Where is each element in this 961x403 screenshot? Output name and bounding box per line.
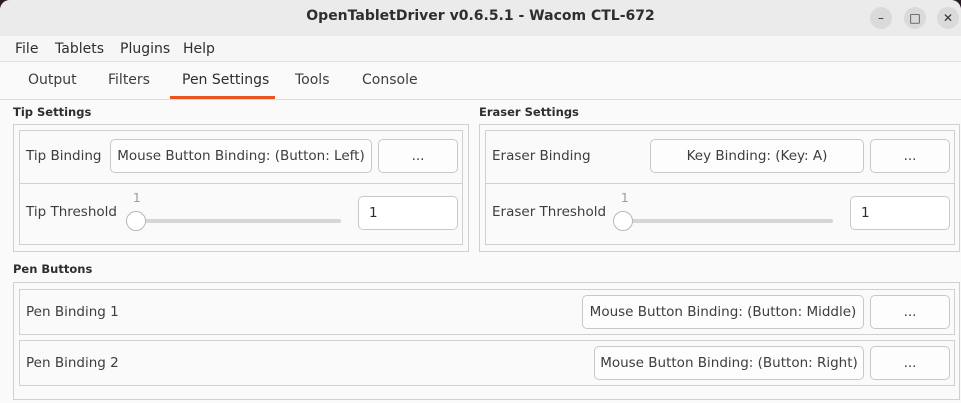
menu-file[interactable]: File [15, 41, 38, 57]
eraser-binding-more-button[interactable]: ... [870, 139, 950, 173]
eraser-threshold-slider-handle[interactable] [613, 211, 633, 231]
pen-buttons-group: Pen Binding 1 Mouse Button Binding: (But… [13, 282, 960, 400]
pen-binding-1-button[interactable]: Mouse Button Binding: (Button: Middle) [582, 295, 864, 329]
eraser-threshold-slider-track[interactable] [621, 219, 833, 223]
eraser-threshold-input[interactable]: 1 [850, 196, 950, 230]
close-icon: ✕ [942, 11, 954, 25]
pen-binding-1-more-button[interactable]: ... [870, 295, 950, 329]
close-button[interactable]: ✕ [937, 7, 959, 29]
tip-binding-label: Tip Binding [26, 148, 102, 164]
tip-binding-row: Tip Binding Mouse Button Binding: (Butto… [19, 130, 463, 185]
eraser-binding-label: Eraser Binding [492, 148, 591, 164]
tab-pen-settings[interactable]: Pen Settings [182, 72, 269, 88]
minimize-icon: – [878, 11, 884, 25]
active-tab-indicator [170, 96, 275, 99]
menu-plugins[interactable]: Plugins [120, 41, 170, 57]
pen-binding-2-row: Pen Binding 2 Mouse Button Binding: (But… [19, 340, 955, 386]
menu-bar: File Tablets Plugins Help [0, 36, 961, 62]
tip-threshold-label: Tip Threshold [26, 204, 117, 220]
tip-settings-group: Tip Binding Mouse Button Binding: (Butto… [13, 124, 469, 252]
tip-threshold-row: Tip Threshold 1 1 [19, 183, 463, 245]
maximize-icon: □ [909, 11, 921, 25]
eraser-threshold-row: Eraser Threshold 1 1 [485, 183, 955, 245]
tab-filters[interactable]: Filters [108, 72, 150, 88]
eraser-threshold-slider-value: 1 [621, 191, 629, 205]
tab-output[interactable]: Output [28, 72, 77, 88]
title-bar[interactable]: OpenTabletDriver v0.6.5.1 - Wacom CTL-67… [0, 0, 961, 36]
eraser-settings-group: Eraser Binding Key Binding: (Key: A) ...… [479, 124, 960, 252]
pen-binding-2-more-button[interactable]: ... [870, 346, 950, 380]
pen-buttons-title: Pen Buttons [13, 262, 93, 276]
minimize-button[interactable]: – [870, 7, 892, 29]
menu-tablets[interactable]: Tablets [55, 41, 104, 57]
tip-binding-more-button[interactable]: ... [378, 139, 458, 173]
tip-threshold-input[interactable]: 1 [358, 196, 458, 230]
pen-binding-2-label: Pen Binding 2 [26, 355, 119, 371]
tip-threshold-slider-handle[interactable] [126, 211, 146, 231]
eraser-binding-row: Eraser Binding Key Binding: (Key: A) ... [485, 130, 955, 185]
tip-binding-button[interactable]: Mouse Button Binding: (Button: Left) [110, 139, 372, 173]
pen-binding-2-button[interactable]: Mouse Button Binding: (Button: Right) [594, 346, 864, 380]
tip-settings-title: Tip Settings [13, 105, 92, 119]
tip-threshold-slider-value: 1 [133, 191, 141, 205]
pen-binding-1-row: Pen Binding 1 Mouse Button Binding: (But… [19, 289, 955, 335]
pen-binding-1-label: Pen Binding 1 [26, 304, 119, 320]
maximize-button[interactable]: □ [904, 7, 926, 29]
eraser-binding-button[interactable]: Key Binding: (Key: A) [650, 139, 864, 173]
tab-console[interactable]: Console [362, 72, 418, 88]
eraser-settings-title: Eraser Settings [479, 105, 579, 119]
eraser-threshold-label: Eraser Threshold [492, 204, 607, 220]
tab-bar: Output Filters Pen Settings Tools Consol… [0, 62, 961, 100]
menu-help[interactable]: Help [183, 41, 215, 57]
window-title: OpenTabletDriver v0.6.5.1 - Wacom CTL-67… [306, 8, 655, 24]
tip-threshold-slider-track[interactable] [133, 219, 341, 223]
app-window: OpenTabletDriver v0.6.5.1 - Wacom CTL-67… [0, 0, 961, 403]
tab-tools[interactable]: Tools [295, 72, 330, 88]
